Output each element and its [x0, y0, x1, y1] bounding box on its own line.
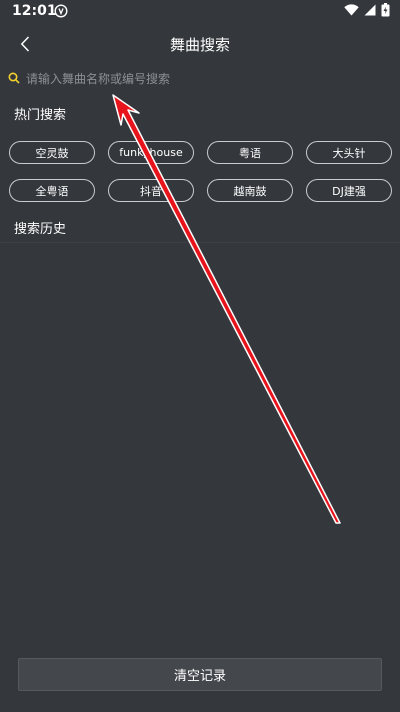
signal-icon [364, 4, 376, 16]
search-bar [0, 66, 400, 92]
hot-tag[interactable]: 全粤语 [9, 179, 95, 202]
search-input[interactable] [26, 68, 386, 90]
hot-tag[interactable]: 越南鼓 [207, 179, 293, 202]
status-bar: 12:01 [0, 0, 400, 24]
header: 舞曲搜索 [0, 28, 400, 60]
hot-tag[interactable]: 空灵鼓 [9, 141, 95, 164]
wifi-icon [344, 4, 359, 16]
page-title: 舞曲搜索 [169, 36, 230, 54]
hot-search-tags: 空灵鼓 funkyhouse 粤语 大头针 全粤语 抖音 越南鼓 DJ建强 [9, 141, 392, 202]
hot-tag[interactable]: 抖音 [108, 179, 194, 202]
history-divider [0, 242, 400, 243]
search-history-title: 搜索历史 [14, 222, 67, 237]
clear-history-button[interactable]: 清空记录 [18, 658, 382, 691]
search-icon [8, 72, 20, 84]
hot-search-title: 热门搜索 [14, 108, 67, 123]
app-notification-icon [54, 4, 68, 18]
status-icons [344, 3, 390, 17]
hot-tag[interactable]: DJ建强 [306, 179, 392, 202]
status-time: 12:01 [12, 3, 57, 19]
hot-tag[interactable]: 大头针 [306, 141, 392, 164]
hot-tag[interactable]: funkyhouse [108, 141, 194, 164]
battery-icon [381, 3, 390, 17]
hot-tag[interactable]: 粤语 [207, 141, 293, 164]
